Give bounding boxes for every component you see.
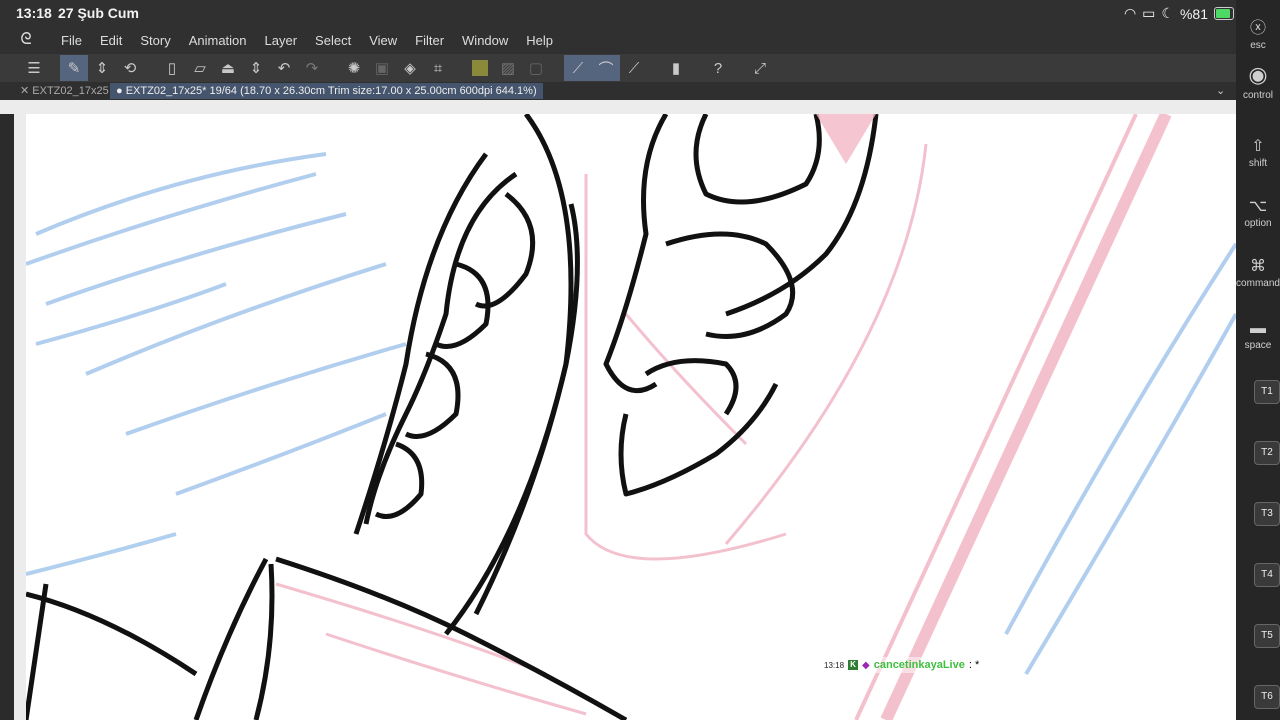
- pen-circle-icon: ◉: [1248, 62, 1268, 87]
- new-canvas-icon[interactable]: ▯: [158, 55, 186, 81]
- gem-badge-icon: ◆: [862, 659, 870, 671]
- artwork: [26, 114, 1236, 720]
- menu-filter[interactable]: Filter: [406, 33, 453, 48]
- t4-key[interactable]: T4: [1254, 563, 1280, 587]
- wifi-icon: ◠: [1123, 5, 1137, 21]
- battery-icon: [1214, 7, 1234, 20]
- menu-edit[interactable]: Edit: [91, 33, 131, 48]
- tab-label: EXTZ02_17x25: [32, 85, 109, 97]
- screen-mirror-icon: ▭: [1142, 5, 1156, 21]
- status-time: 13:18: [16, 5, 52, 21]
- document-tabs: ✕ EXTZ02_17x25 ● EXTZ02_17x25* 19/64 (18…: [0, 82, 1236, 100]
- shift-key[interactable]: ⇧ shift: [1236, 136, 1280, 169]
- battery-percent: %81: [1179, 5, 1208, 22]
- tab-label: EXTZ02_17x25* 19/64 (18.70 x 26.30cm Tri…: [125, 85, 537, 97]
- expand-icon[interactable]: ⤢: [746, 55, 774, 81]
- eraser-tool-icon[interactable]: ⟋: [620, 55, 648, 81]
- menu-animation[interactable]: Animation: [180, 33, 256, 48]
- t2-key[interactable]: T2: [1254, 441, 1280, 465]
- option-key[interactable]: ⌥ option: [1236, 196, 1280, 229]
- status-bar: 13:18 27 Şub Cum ◠ ▭ ☾ %81: [0, 0, 1236, 26]
- t6-key[interactable]: T6: [1254, 685, 1280, 709]
- drawing-canvas[interactable]: [26, 114, 1236, 720]
- chat-time: 13:18: [824, 660, 845, 670]
- menu-view[interactable]: View: [360, 33, 406, 48]
- control-key[interactable]: ◉ control: [1236, 62, 1280, 101]
- status-icons: ◠ ▭ ☾ %81: [1124, 5, 1234, 22]
- command-icon: ⌘: [1250, 258, 1266, 275]
- command-bar: ☰ ✎ ⇕ ⟲ ▯ ▱ ⏏ ⇕ ↶ ↷ ✺ ▣ ◈ ⌗ ▨ ▢ ⟋ ⌒ ⟋ ▮ …: [0, 54, 1236, 82]
- stream-chat-message: 13:18 K ◆ cancetinkayaLive : *: [820, 657, 984, 673]
- save-icon[interactable]: ⏏: [214, 55, 242, 81]
- brush-tool-icon[interactable]: ⌒: [592, 55, 620, 81]
- help-icon[interactable]: ?: [704, 55, 732, 81]
- deselect-icon[interactable]: ✺: [340, 55, 368, 81]
- up-down-chevron-icon[interactable]: ⇕: [242, 55, 270, 81]
- rotate-view-icon[interactable]: ⟲: [116, 55, 144, 81]
- chat-username: cancetinkayaLive: [873, 659, 965, 671]
- undo-icon[interactable]: ↶: [270, 55, 298, 81]
- crop-icon[interactable]: ▣: [368, 55, 396, 81]
- menu-layer[interactable]: Layer: [256, 33, 307, 48]
- t5-key[interactable]: T5: [1254, 624, 1280, 648]
- space-bar-icon: ▬: [1250, 320, 1266, 337]
- moon-icon: ☾: [1161, 5, 1174, 21]
- device-icon[interactable]: ▮: [662, 55, 690, 81]
- tab-document-1[interactable]: ✕ EXTZ02_17x25: [20, 83, 109, 99]
- tab-document-2[interactable]: ● EXTZ02_17x25* 19/64 (18.70 x 26.30cm T…: [110, 83, 543, 99]
- up-down-chevron-icon[interactable]: ⇕: [88, 55, 116, 81]
- close-icon[interactable]: ✕: [20, 85, 29, 97]
- menu-story[interactable]: Story: [131, 33, 179, 48]
- transform-icon[interactable]: ⌗: [424, 55, 452, 81]
- vertical-ruler: [14, 114, 26, 720]
- chevron-down-icon[interactable]: ⌄: [1216, 83, 1225, 99]
- pen-pressure-icon[interactable]: ✎: [60, 55, 88, 81]
- option-icon: ⌥: [1248, 198, 1268, 215]
- pen-tool-icon[interactable]: ⟋: [564, 55, 592, 81]
- invert-selection-icon[interactable]: ◈: [396, 55, 424, 81]
- menu-select[interactable]: Select: [306, 33, 360, 48]
- menu-window[interactable]: Window: [453, 33, 517, 48]
- horizontal-ruler: [0, 100, 1236, 114]
- open-folder-icon[interactable]: ▱: [186, 55, 214, 81]
- menu-help[interactable]: Help: [517, 33, 562, 48]
- clear-icon[interactable]: ▨: [494, 55, 522, 81]
- space-key[interactable]: ▬ space: [1236, 320, 1280, 351]
- t1-key[interactable]: T1: [1254, 380, 1280, 404]
- chat-message: : *: [968, 659, 980, 671]
- close-circle-icon: ⓧ: [1249, 20, 1266, 37]
- color-fill-icon[interactable]: [466, 55, 494, 81]
- active-dot-icon: ●: [116, 85, 123, 97]
- t3-key[interactable]: T3: [1254, 502, 1280, 526]
- kick-badge-icon: K: [848, 660, 859, 670]
- layer-icon[interactable]: ▢: [522, 55, 550, 81]
- shift-arrow-icon: ⇧: [1251, 138, 1265, 155]
- menu-bar: ᘓ File Edit Story Animation Layer Select…: [0, 26, 1236, 54]
- hamburger-menu-icon[interactable]: ☰: [20, 55, 48, 81]
- menu-file[interactable]: File: [52, 33, 91, 48]
- esc-key[interactable]: ⓧ esc: [1236, 14, 1280, 51]
- command-key[interactable]: ⌘ command: [1236, 256, 1280, 289]
- modifier-key-panel: ⓧ esc ◉ control ⇧ shift ⌥ option ⌘ comma…: [1236, 0, 1280, 720]
- app-logo-icon[interactable]: ᘓ: [0, 31, 52, 49]
- status-date: 27 Şub Cum: [58, 5, 139, 21]
- redo-icon[interactable]: ↷: [298, 55, 326, 81]
